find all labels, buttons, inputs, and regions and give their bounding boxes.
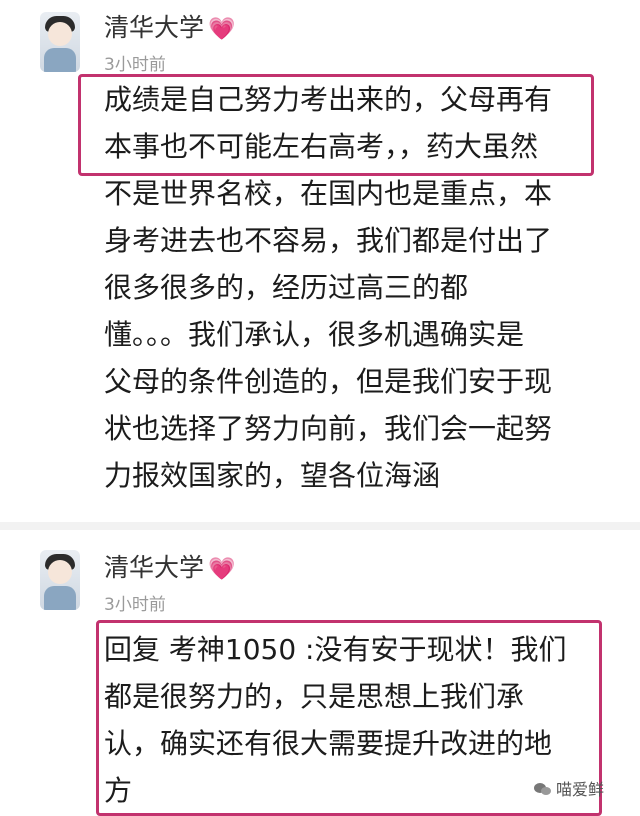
divider xyxy=(0,522,640,530)
comment-2: 清华大学 💗 3小时前 回复 考神1050 :没有安于现状！我们 都是很努力的，只… xyxy=(0,532,640,816)
avatar[interactable] xyxy=(40,550,80,610)
comment-1: 清华大学 💗 3小时前 成绩是自己努力考出来的，父母再有 本事也不可能左右高考，，… xyxy=(0,0,640,520)
wechat-icon xyxy=(533,783,552,797)
watermark-text: 喵爱鲜 xyxy=(555,780,604,799)
watermark: 喵爱鲜 xyxy=(533,776,604,800)
username[interactable]: 清华大学 💗 xyxy=(104,8,235,44)
username[interactable]: 清华大学 💗 xyxy=(104,548,235,584)
heart-icon: 💗 xyxy=(208,17,236,42)
highlight-box xyxy=(78,74,594,176)
comment-time: 3小时前 xyxy=(104,595,166,615)
username-text: 清华大学 xyxy=(104,13,205,42)
username-text: 清华大学 xyxy=(104,553,205,582)
heart-icon: 💗 xyxy=(208,557,236,582)
comment-time: 3小时前 xyxy=(104,55,166,75)
avatar[interactable] xyxy=(40,12,80,72)
highlight-box xyxy=(96,620,602,816)
